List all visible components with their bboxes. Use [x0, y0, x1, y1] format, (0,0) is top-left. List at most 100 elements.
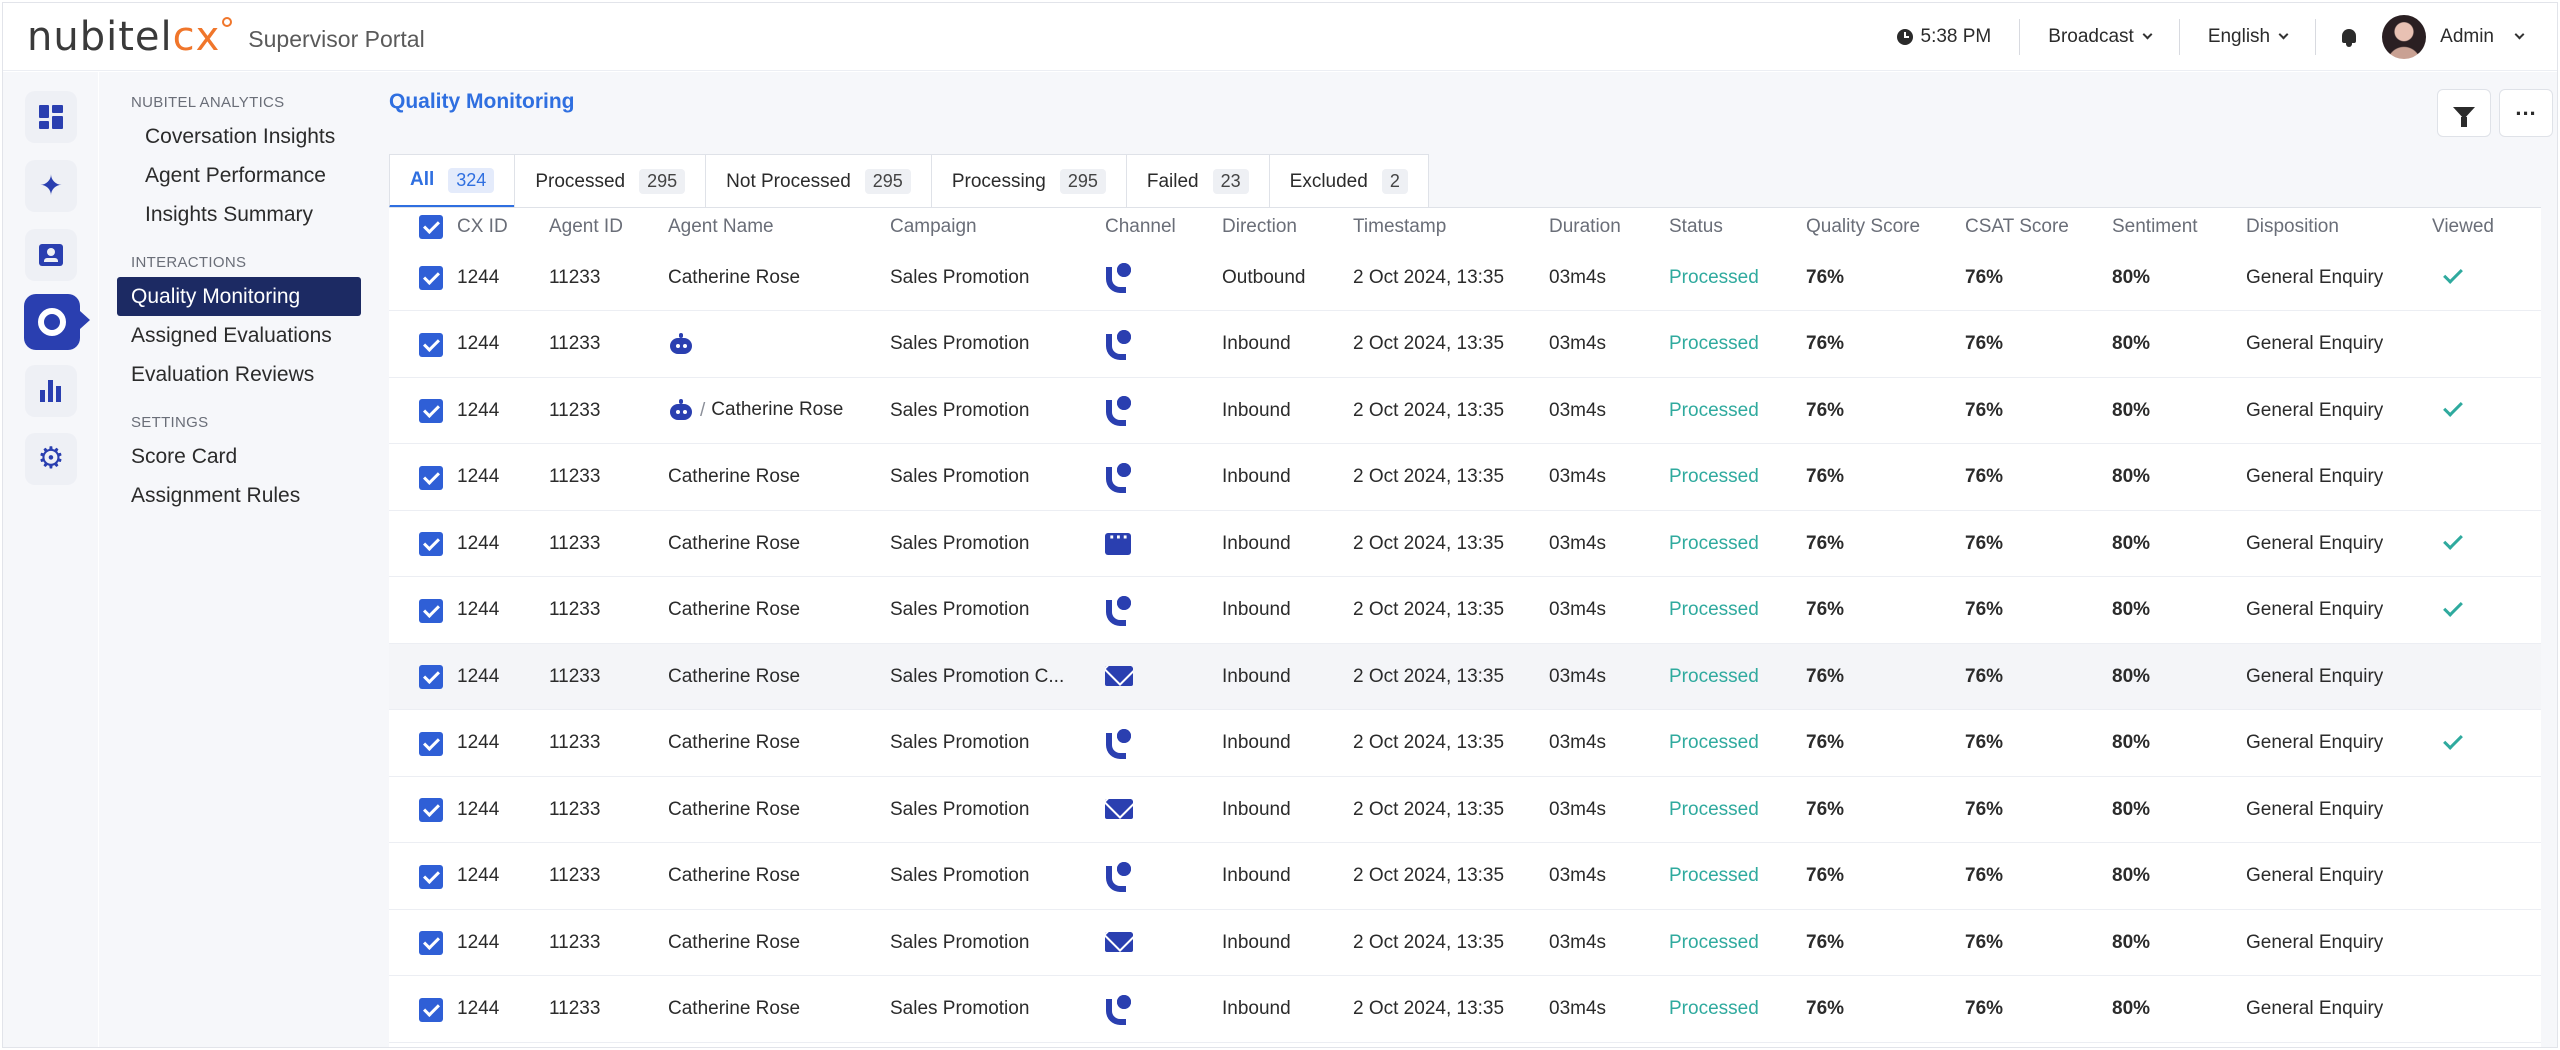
tab-failed[interactable]: Failed 23 — [1125, 154, 1270, 208]
user-name: Admin — [2440, 25, 2494, 47]
row-checkbox[interactable] — [419, 665, 443, 689]
csat-score: 76% — [1965, 333, 2004, 354]
table-row[interactable]: 1244 11233 Catherine Rose Sales Promotion In… — [389, 843, 2541, 910]
nav-item-evaluation-reviews[interactable]: Evaluation Reviews — [99, 355, 377, 394]
timestamp: 2 Oct 2024, 13:35 — [1353, 599, 1505, 620]
table-row[interactable]: 1244 11233 Catherine Rose Sales Promotion C… — [389, 644, 2541, 710]
rail-insights-button[interactable]: ✦ — [25, 160, 77, 212]
col-header[interactable]: Agent Name — [668, 216, 774, 238]
nav-item-quality-monitoring[interactable]: Quality Monitoring — [117, 277, 361, 316]
chat-icon — [1105, 527, 1131, 555]
tab-not-processed[interactable]: Not Processed 295 — [705, 154, 932, 208]
table-row[interactable]: 1244 11233 Catherine Rose Sales Promotion In… — [389, 777, 2541, 843]
bot-icon — [668, 332, 694, 355]
user-menu[interactable]: Admin — [2382, 14, 2525, 59]
status-badge: Processed — [1669, 931, 1759, 953]
tab-processing[interactable]: Processing 295 — [930, 154, 1127, 208]
campaign: Sales Promotion — [890, 532, 1030, 554]
table-row[interactable]: 1244 11233 Catherine Rose Sales Promotion In… — [389, 444, 2541, 511]
col-header[interactable]: Sentiment — [2112, 216, 2198, 238]
duration: 03m4s — [1549, 665, 1607, 687]
direction: Inbound — [1222, 599, 1291, 620]
row-checkbox[interactable] — [419, 798, 443, 822]
row-checkbox[interactable] — [419, 532, 443, 556]
nav-item-agent-performance[interactable]: Agent Performance — [99, 156, 377, 195]
agent-name-cell: Catherine Rose — [668, 799, 800, 821]
duration: 03m4s — [1549, 399, 1607, 421]
timestamp: 2 Oct 2024, 13:35 — [1353, 865, 1505, 886]
row-checkbox[interactable] — [419, 864, 443, 889]
row-checkbox[interactable] — [419, 731, 443, 756]
cx-id: 1244 — [457, 798, 500, 820]
rail-contacts-button[interactable] — [25, 229, 77, 281]
nav-item-insights-summary[interactable]: Insights Summary — [99, 195, 377, 234]
status-badge: Processed — [1669, 665, 1759, 687]
duration: 03m4s — [1549, 998, 1607, 1019]
duration: 03m4s — [1549, 865, 1607, 886]
rail-dashboard-button[interactable] — [25, 91, 77, 143]
rail-quality-button[interactable] — [24, 294, 90, 350]
more-horizontal-icon: ... — [2515, 95, 2537, 120]
col-header[interactable]: Agent ID — [549, 216, 623, 238]
tab-processed[interactable]: Processed 295 — [514, 154, 707, 208]
table-row[interactable]: 1244 11233 Catherine Rose Sales Promotion In… — [389, 577, 2541, 644]
mail-icon — [1105, 666, 1133, 686]
top-header: nubitel cx Supervisor Portal 5:38 PM Broa… — [3, 3, 2557, 71]
tab-all[interactable]: All 324 — [389, 154, 516, 208]
table-row[interactable]: 1244 11233 Catherine Rose Sales Promotion In… — [389, 511, 2541, 577]
nav-item-conversation-insights[interactable]: Coversation Insights — [99, 117, 377, 156]
rail-reports-button[interactable] — [25, 365, 77, 417]
col-header[interactable]: CX ID — [457, 216, 508, 238]
row-checkbox[interactable] — [419, 332, 443, 357]
nav-section-title: INTERACTIONS — [131, 254, 247, 271]
cx-id: 1244 — [457, 998, 500, 1019]
disposition: General Enquiry — [2246, 399, 2384, 421]
col-header[interactable]: CSAT Score — [1965, 216, 2069, 238]
row-checkbox[interactable] — [419, 997, 443, 1022]
broadcast-dropdown[interactable]: Broadcast — [2020, 19, 2179, 55]
table-row[interactable]: 1244 11233 Catherine Rose Sales Promotion In… — [389, 910, 2541, 976]
col-header[interactable]: Quality Score — [1806, 216, 1920, 238]
col-header[interactable]: Viewed — [2432, 216, 2494, 238]
timestamp: 2 Oct 2024, 13:35 — [1353, 466, 1505, 487]
col-header[interactable]: Disposition — [2246, 216, 2339, 238]
table-row[interactable]: 1244 11233 Catherine Rose Sales Promotion Ou… — [389, 245, 2541, 311]
col-header[interactable]: Timestamp — [1353, 216, 1446, 238]
row-checkbox[interactable] — [419, 465, 443, 490]
tab-excluded[interactable]: Excluded 2 — [1268, 154, 1429, 208]
status-tabs: All 324 Processed 295 Not Processed 295 … — [389, 154, 1429, 208]
nav-item-assigned-evaluations[interactable]: Assigned Evaluations — [99, 316, 377, 355]
row-checkbox[interactable] — [419, 598, 443, 623]
agent-id: 11233 — [549, 466, 601, 487]
col-header[interactable]: Duration — [1549, 216, 1621, 238]
nav-item-assignment-rules[interactable]: Assignment Rules — [99, 476, 377, 515]
col-header[interactable]: Status — [1669, 216, 1723, 238]
quality-score: 76% — [1806, 732, 1845, 753]
row-checkbox[interactable] — [419, 266, 443, 290]
table-row[interactable]: 1244 11233 Catherine Rose Sales Promotion In… — [389, 976, 2541, 1043]
col-header[interactable]: Channel — [1105, 216, 1176, 238]
nav-item-score-card[interactable]: Score Card — [99, 437, 377, 476]
direction: Inbound — [1222, 399, 1291, 421]
cx-id: 1244 — [457, 532, 500, 554]
table-row[interactable]: 1244 11233 Sales Promotion Inbound 2 Oct 202… — [389, 311, 2541, 378]
row-checkbox[interactable] — [419, 399, 443, 423]
table-row[interactable]: 1244 11233/Catherine Rose Sales Promotion I… — [389, 378, 2541, 444]
language-dropdown[interactable]: English — [2180, 19, 2315, 55]
timestamp: 2 Oct 2024, 13:35 — [1353, 732, 1505, 753]
col-header[interactable]: Direction — [1222, 216, 1297, 238]
row-checkbox[interactable] — [419, 931, 443, 955]
more-options-button[interactable]: ... — [2499, 89, 2553, 137]
direction: Inbound — [1222, 532, 1291, 554]
tab-count: 295 — [864, 169, 911, 194]
table-row[interactable]: 1244 11233 Catherine Rose Sales Promotion In… — [389, 710, 2541, 777]
col-header[interactable]: Campaign — [890, 216, 977, 238]
notifications-button[interactable] — [2316, 19, 2382, 55]
rail-settings-button[interactable]: ⚙ — [25, 433, 77, 485]
filter-button[interactable] — [2437, 89, 2491, 137]
bar-chart-icon — [40, 380, 62, 402]
chevron-down-icon — [2142, 29, 2153, 39]
select-all-checkbox[interactable] — [419, 215, 443, 239]
status-badge: Processed — [1669, 599, 1759, 620]
icon-rail: ✦ ⚙ — [3, 72, 98, 1047]
